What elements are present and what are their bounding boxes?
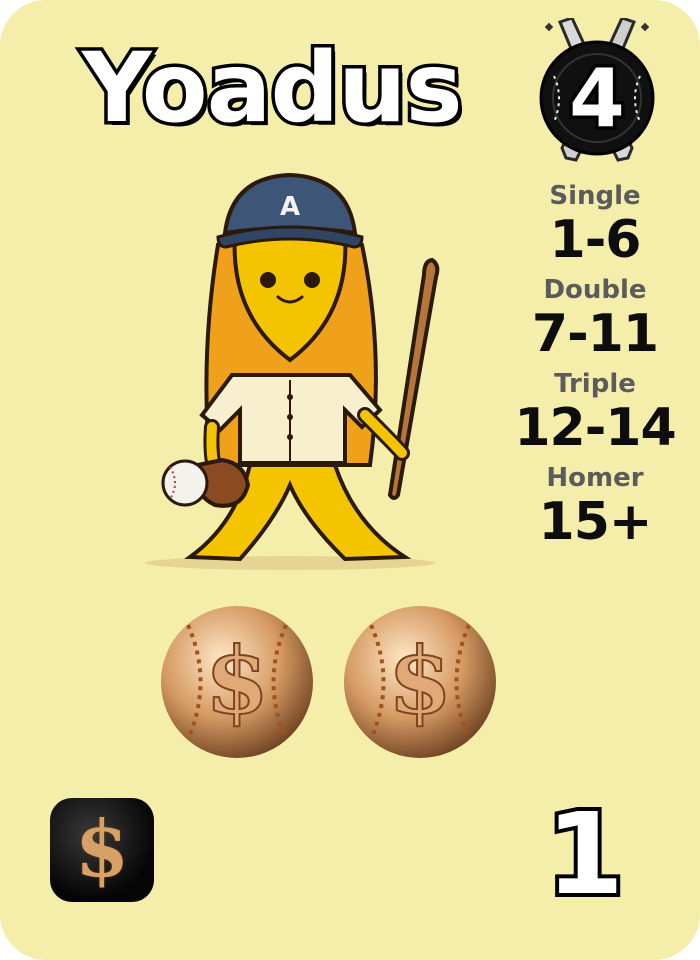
outcome-label: Homer <box>546 463 644 493</box>
yellow-baseball-player-illustration: A <box>145 172 440 570</box>
outcome-label: Triple <box>554 369 636 399</box>
player-card[interactable]: Yoadus 4 Single 1-6 Double 7-11 Triple 1 <box>0 0 700 960</box>
coin-symbol: $ <box>388 627 452 735</box>
outcome-range: 15+ <box>538 492 653 552</box>
cap-letter: A <box>280 192 300 222</box>
outcome-label: Double <box>543 275 647 305</box>
cost-emblem: 4 <box>532 16 662 168</box>
outcome-range: 7-11 <box>531 304 659 364</box>
outcome-single: Single 1-6 <box>500 182 690 270</box>
outcome-double: Double 7-11 <box>500 276 690 364</box>
outcome-triple: Triple 12-14 <box>500 370 690 458</box>
outcome-label: Single <box>549 181 641 211</box>
player-name: Yoadus <box>79 29 467 148</box>
dollar-badge-icon: $ <box>50 798 154 902</box>
outcome-range: 12-14 <box>514 398 676 458</box>
outcome-range: 1-6 <box>549 210 642 270</box>
character-illustration: A <box>140 165 450 575</box>
dollar-baseball-coin-icon: $ <box>158 603 316 761</box>
badge-symbol: $ <box>74 804 130 895</box>
power-value: 1 <box>542 786 628 924</box>
outcome-homer: Homer 15+ <box>500 464 690 552</box>
coin-symbol: $ <box>205 627 269 735</box>
dollar-baseball-coin-icon: $ <box>341 603 499 761</box>
outcome-table: Single 1-6 Double 7-11 Triple 12-14 Home… <box>500 182 690 558</box>
cost-value: 4 <box>566 50 629 147</box>
